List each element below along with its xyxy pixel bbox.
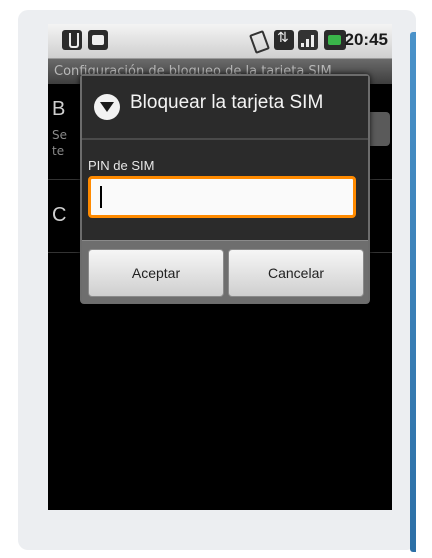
row-subtitle-partial-2: te xyxy=(52,144,65,158)
sd-card-icon xyxy=(88,30,108,50)
cancel-button[interactable]: Cancelar xyxy=(228,249,364,297)
dialog-header: Bloquear la tarjeta SIM xyxy=(82,76,368,140)
dialog-title: Bloquear la tarjeta SIM xyxy=(130,92,324,113)
status-bar: 20:45 xyxy=(48,24,392,59)
sim-lock-dialog: Bloquear la tarjeta SIM PIN de SIM Acept… xyxy=(80,74,370,304)
row-subtitle-partial: Se xyxy=(52,128,67,142)
dialog-body: PIN de SIM xyxy=(82,140,368,240)
dialog-buttons: Aceptar Cancelar xyxy=(82,240,368,303)
status-time: 20:45 xyxy=(344,30,388,49)
accept-button[interactable]: Aceptar xyxy=(88,249,224,297)
usb-icon xyxy=(62,30,82,50)
row-title-partial: B xyxy=(52,98,66,120)
row-title-partial: C xyxy=(52,204,67,226)
signal-icon xyxy=(298,30,318,50)
card-accent-edge xyxy=(410,32,416,552)
vibrate-icon xyxy=(248,30,270,54)
data-sync-icon xyxy=(274,30,294,50)
alert-down-arrow-icon xyxy=(94,94,120,120)
sim-pin-input[interactable] xyxy=(88,176,356,218)
text-cursor xyxy=(100,186,102,208)
battery-icon xyxy=(324,30,346,50)
pin-field-label: PIN de SIM xyxy=(88,158,155,173)
